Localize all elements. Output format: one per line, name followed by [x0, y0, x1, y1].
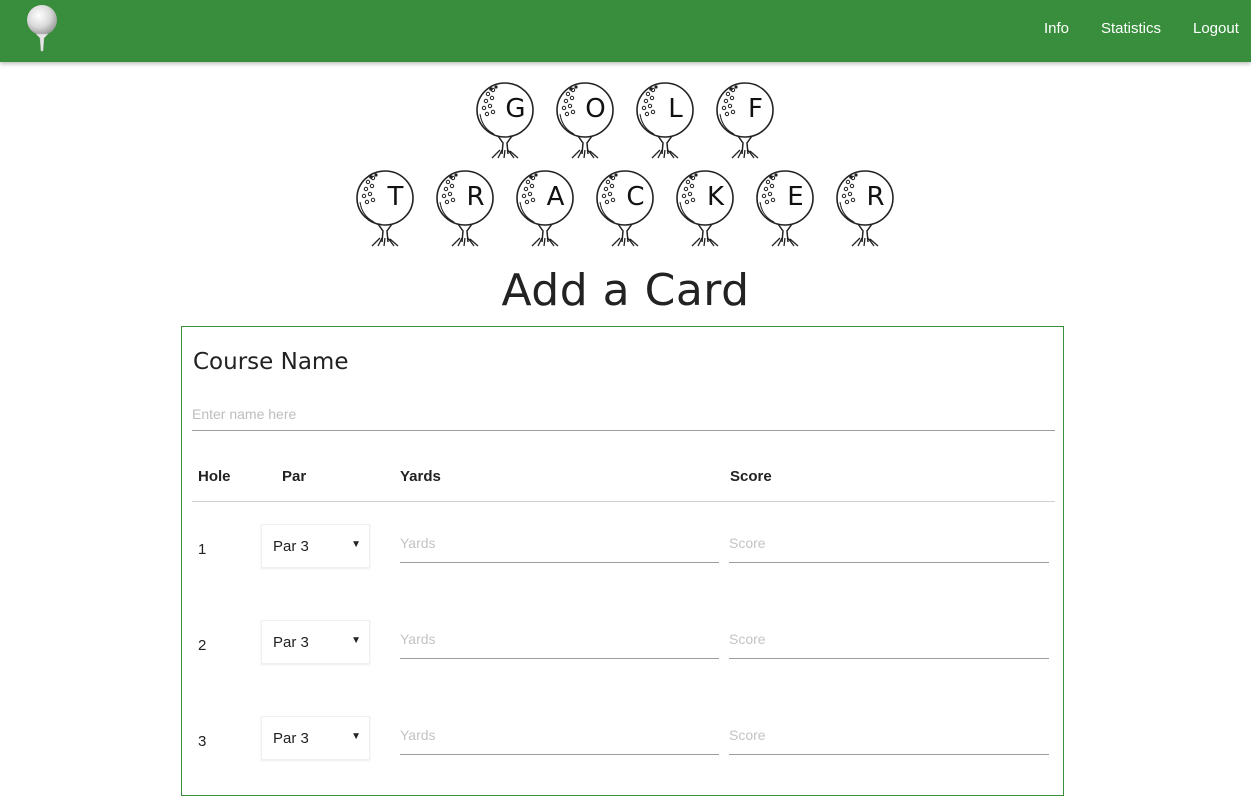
- logo-letter: L: [668, 94, 683, 124]
- column-header-yards: Yards: [400, 468, 441, 485]
- logo-letter: G: [505, 94, 526, 124]
- logo-letter: C: [626, 182, 645, 212]
- top-navbar: Info Statistics Logout: [0, 0, 1251, 62]
- add-card-form: Course Name Hole Par Yards Score 1 Par 3…: [181, 326, 1064, 796]
- hole-number: 1: [198, 541, 207, 558]
- nav-link-statistics[interactable]: Statistics: [1101, 20, 1161, 37]
- course-name-label: Course Name: [193, 349, 349, 375]
- tee-ball-letter: R: [834, 168, 898, 248]
- nav-link-logout[interactable]: Logout: [1193, 20, 1239, 37]
- par-select[interactable]: Par 3 ▼: [261, 524, 370, 568]
- logo-letter: T: [387, 182, 404, 212]
- tee-ball-letter: T: [354, 168, 418, 248]
- tee-ball-letter: A: [514, 168, 578, 248]
- tee-ball-letter: C: [594, 168, 658, 248]
- yards-input[interactable]: [400, 619, 719, 659]
- dropdown-arrow-icon: ▼: [351, 731, 361, 742]
- logo-letter: E: [787, 182, 804, 212]
- logo-letter: F: [748, 94, 763, 124]
- tee-ball-letter: R: [434, 168, 498, 248]
- dropdown-arrow-icon: ▼: [351, 635, 361, 646]
- logo-title-line-2: T R A C K E R: [0, 168, 1251, 248]
- logo-title-line-1: G O L F: [0, 80, 1251, 160]
- par-select[interactable]: Par 3 ▼: [261, 620, 370, 664]
- column-header-par: Par: [282, 468, 307, 485]
- score-input[interactable]: [729, 523, 1049, 563]
- par-select-value: Par 3: [273, 634, 309, 651]
- tee-ball-letter: G: [474, 80, 538, 160]
- course-name-input[interactable]: [192, 397, 1055, 431]
- logo-letter: R: [466, 182, 485, 212]
- yards-input[interactable]: [400, 715, 719, 755]
- tee-ball-letter: O: [554, 80, 618, 160]
- par-select-value: Par 3: [273, 730, 309, 747]
- tee-ball-letter: F: [714, 80, 778, 160]
- logo-letter: K: [706, 182, 725, 212]
- par-select[interactable]: Par 3 ▼: [261, 716, 370, 760]
- score-input[interactable]: [729, 619, 1049, 659]
- yards-input[interactable]: [400, 523, 719, 563]
- golf-ball-on-tee-icon[interactable]: [26, 4, 60, 52]
- tee-ball-letter: L: [634, 80, 698, 160]
- hole-number: 3: [198, 733, 207, 750]
- tee-ball-letter: E: [754, 168, 818, 248]
- nav-link-info[interactable]: Info: [1044, 20, 1069, 37]
- logo-letter: O: [585, 94, 606, 124]
- table-header-divider: [192, 501, 1055, 502]
- tee-ball-letter: K: [674, 168, 738, 248]
- page-title: Add a Card: [501, 265, 750, 316]
- logo-letter: R: [866, 182, 885, 212]
- column-header-hole: Hole: [198, 468, 231, 485]
- column-header-score: Score: [730, 468, 772, 485]
- hole-number: 2: [198, 637, 207, 654]
- dropdown-arrow-icon: ▼: [351, 539, 361, 550]
- logo-letter: A: [546, 182, 565, 212]
- par-select-value: Par 3: [273, 538, 309, 555]
- score-input[interactable]: [729, 715, 1049, 755]
